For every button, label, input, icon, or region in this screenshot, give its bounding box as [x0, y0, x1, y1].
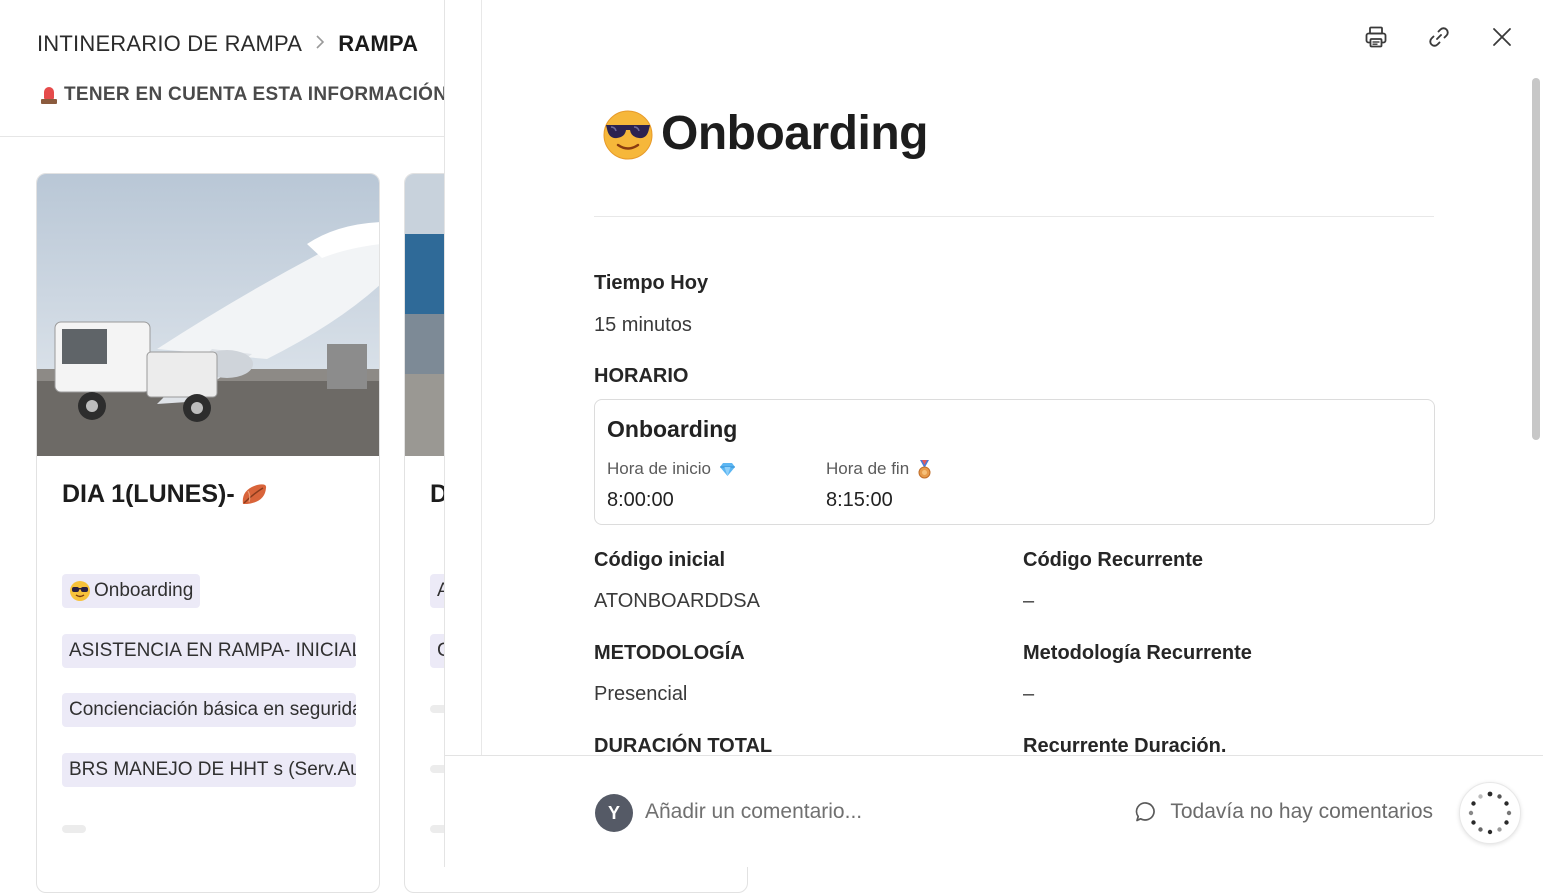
breadcrumb-current[interactable]: RAMPA — [338, 31, 418, 57]
comments-status[interactable]: Todavía no hay comentarios — [1134, 800, 1433, 824]
end-time-value: 8:15:00 — [826, 489, 893, 511]
schedule-title: Onboarding — [607, 416, 738, 442]
prop-value-metodologia[interactable]: Presencial — [594, 683, 687, 706]
itinerary-card[interactable]: DIA 1(LUNES)- Onboarding ASISTENCIA EN R… — [36, 173, 380, 893]
panel-actions — [1363, 24, 1515, 50]
prop-label-codigo-recurrente: Código Recurrente — [1023, 549, 1204, 571]
prop-value-metodologia-recurrente[interactable]: – — [1023, 683, 1034, 706]
prop-value-codigo-recurrente[interactable]: – — [1023, 590, 1034, 613]
comment-bubble-icon — [1136, 802, 1156, 822]
side-peek-panel: Onboarding Tiempo Hoy 15 minutos HORARIO… — [445, 0, 1543, 867]
print-button[interactable] — [1363, 24, 1389, 50]
link-icon — [1429, 27, 1449, 47]
schedule-card[interactable]: Onboarding Hora de inicio 8:00:00 Hora d… — [594, 399, 1435, 525]
print-icon — [1365, 26, 1387, 48]
sunglasses-face-icon — [70, 581, 90, 601]
start-time-value: 8:00:00 — [607, 489, 674, 511]
prop-label-tiempo-hoy: Tiempo Hoy — [594, 272, 709, 294]
end-time-label-text: Hora de fin — [826, 459, 910, 478]
avatar: Y — [595, 794, 633, 832]
header-divider — [0, 136, 444, 137]
card-title: DIA 1(LUNES)- — [62, 480, 269, 509]
card-title-text: DIA 1(LUNES)- — [62, 480, 235, 508]
notice-text: TENER EN CUENTA ESTA INFORMACIÓN I — [64, 84, 459, 105]
chip-asistencia-rampa[interactable]: ASISTENCIA EN RAMPA- INICIAL — [62, 634, 356, 668]
sunglasses-face-icon — [603, 110, 653, 159]
loading-spinner-icon — [1459, 782, 1521, 844]
start-time-label: Hora de inicio — [607, 459, 736, 479]
breadcrumb: INTINERARIO DE RAMPA RAMPA — [37, 31, 418, 57]
no-comments-text: Todavía no hay comentarios — [1170, 800, 1433, 823]
chip-label: Onboarding — [94, 580, 194, 601]
page-title-row: Onboarding — [601, 106, 928, 161]
card-cover-image — [37, 174, 379, 456]
prop-label-metodologia: METODOLOGÍA — [594, 642, 745, 664]
chip-placeholder — [62, 825, 86, 833]
copy-link-button[interactable] — [1426, 24, 1452, 50]
breadcrumb-parent[interactable]: INTINERARIO DE RAMPA — [37, 31, 302, 57]
prop-label-codigo-inicial: Código inicial — [594, 549, 726, 571]
siren-icon — [40, 85, 58, 105]
chip-onboarding[interactable]: Onboarding — [62, 574, 201, 608]
chip-brs-manejo[interactable]: BRS MANEJO DE HHT s (Serv.Aux — [62, 753, 356, 787]
comment-input[interactable] — [645, 800, 1085, 824]
chip-concienciacion[interactable]: Concienciación básica en seguridad — [62, 693, 356, 727]
close-icon — [1493, 28, 1511, 46]
chip-label: ASISTENCIA EN RAMPA- INICIAL — [69, 640, 356, 661]
notice-banner: TENER EN CUENTA ESTA INFORMACIÓN I — [40, 84, 458, 106]
start-time-label-text: Hora de inicio — [607, 459, 711, 478]
title-divider — [594, 216, 1434, 217]
prop-value-tiempo-hoy[interactable]: 15 minutos — [594, 314, 692, 337]
chevron-right-icon — [314, 33, 326, 56]
medal-icon — [918, 459, 931, 478]
panel-scrollbar[interactable] — [1532, 78, 1540, 440]
comment-footer: Y Todavía no hay comentarios — [445, 755, 1543, 867]
gem-icon — [719, 462, 735, 476]
prop-label-horario: HORARIO — [594, 365, 689, 387]
end-time-label: Hora de fin — [826, 459, 932, 479]
close-button[interactable] — [1489, 24, 1515, 50]
prop-value-codigo-inicial[interactable]: ATONBOARDDSA — [594, 590, 760, 613]
leaf-icon — [242, 483, 266, 504]
prop-label-metodologia-recurrente: Metodología Recurrente — [1023, 642, 1252, 664]
chip-label: BRS MANEJO DE HHT s (Serv.Aux — [69, 759, 356, 780]
page-title[interactable]: Onboarding — [661, 106, 928, 161]
chip-label: Concienciación básica en seguridad — [69, 699, 356, 720]
panel-edge — [444, 0, 482, 867]
